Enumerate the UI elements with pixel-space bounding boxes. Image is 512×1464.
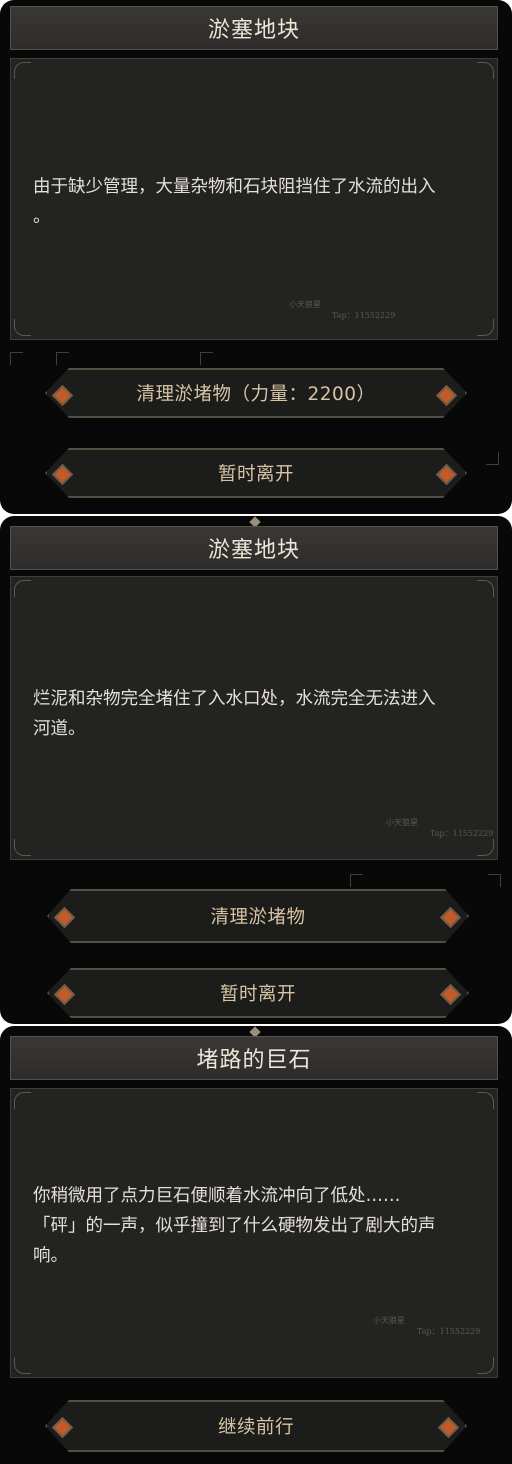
watermark-name: 小天狼星 (373, 1316, 405, 1325)
event-title-bar: 淤塞地块 (10, 6, 498, 50)
button-label: 清理淤堵物 (210, 907, 306, 928)
continue-button[interactable]: 继续前行 (45, 1400, 467, 1452)
event-title: 堵路的巨石 (196, 1048, 312, 1073)
event-description: 你稍微用了点力巨石便顺着水流冲向了低处…… 「砰」的一声，似乎撞到了什么硬物发出… (33, 1186, 436, 1266)
watermark-name: 小天狼星 (289, 300, 321, 309)
event-description: 烂泥和杂物完全堵住了入水口处，水流完全无法进入 河道。 (33, 689, 436, 739)
watermark: 小天狼星 Tap：11552229 (373, 1315, 480, 1337)
event-panel-2: 淤塞地块 烂泥和杂物完全堵住了入水口处，水流完全无法进入 河道。 小天狼星 Ta… (0, 516, 512, 1024)
event-panel-3: 堵路的巨石 你稍微用了点力巨石便顺着水流冲向了低处…… 「砰」的一声，似乎撞到了… (0, 1026, 512, 1464)
leave-button[interactable]: 暂时离开 (47, 968, 469, 1018)
watermark: 小天狼星 Tap：11552229 (289, 299, 395, 321)
event-description-box: 你稍微用了点力巨石便顺着水流冲向了低处…… 「砰」的一声，似乎撞到了什么硬物发出… (10, 1088, 498, 1378)
button-label: 清理淤堵物（力量：2200） (136, 384, 376, 405)
event-description-box: 烂泥和杂物完全堵住了入水口处，水流完全无法进入 河道。 小天狼星 Tap：115… (10, 576, 498, 860)
event-title-bar: 淤塞地块 (10, 526, 498, 570)
watermark-tap: Tap：11552229 (332, 311, 396, 320)
clear-debris-button[interactable]: 清理淤堵物 (47, 889, 469, 943)
watermark-name: 小天狼星 (386, 818, 418, 827)
leave-button[interactable]: 暂时离开 (45, 448, 467, 498)
event-title: 淤塞地块 (207, 538, 300, 563)
event-title: 淤塞地块 (207, 18, 300, 43)
watermark-tap: Tap：11552229 (417, 1327, 481, 1336)
event-panel-1: 淤塞地块 由于缺少管理，大量杂物和石块阻挡住了水流的出入 。 小天狼星 Tap：… (0, 0, 512, 514)
clear-debris-button[interactable]: 清理淤堵物（力量：2200） (45, 368, 467, 418)
event-description-box: 由于缺少管理，大量杂物和石块阻挡住了水流的出入 。 小天狼星 Tap：11552… (10, 58, 498, 340)
watermark-tap: Tap：11552229 (430, 829, 494, 838)
button-label: 暂时离开 (219, 984, 296, 1005)
button-label: 暂时离开 (217, 464, 294, 485)
event-title-bar: 堵路的巨石 (10, 1036, 498, 1080)
event-description: 由于缺少管理，大量杂物和石块阻挡住了水流的出入 。 (33, 177, 436, 227)
watermark: 小天狼星 Tap：11552229 (386, 817, 493, 839)
button-label: 继续前行 (217, 1417, 294, 1438)
